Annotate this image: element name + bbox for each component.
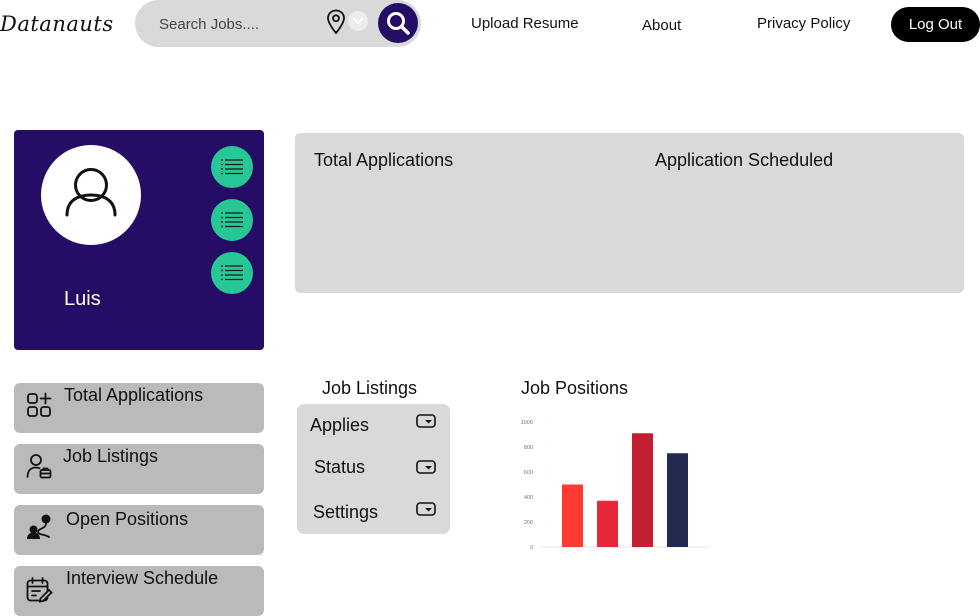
user-icon [65, 168, 117, 217]
profile-menu-button-2[interactable] [211, 199, 253, 241]
job-listings-panel: Applies Status Settings [297, 404, 450, 534]
y-tick-label: 400 [524, 495, 533, 501]
profile-card: Luis [14, 130, 264, 350]
job-positions-title: Job Positions [521, 378, 629, 398]
user-briefcase-icon [26, 454, 52, 479]
sidebar-item-open-positions[interactable]: Open Positions [14, 505, 264, 555]
job-listings-title: Job Listings [322, 378, 418, 398]
nav-privacy-policy[interactable]: Privacy Policy [757, 15, 850, 32]
profile-name: Luis [64, 288, 101, 310]
stats-panel: Total Applications Application Scheduled [295, 133, 964, 293]
chevron-down-icon[interactable] [348, 11, 368, 31]
toggle-dropdown-icon[interactable] [416, 414, 436, 428]
calendar-edit-icon [26, 577, 53, 603]
toggle-dropdown-icon[interactable] [416, 502, 436, 516]
search-icon [387, 12, 410, 35]
location-pin-icon[interactable] [326, 9, 346, 35]
list-icon [221, 212, 243, 228]
search-button[interactable] [378, 3, 418, 43]
list-icon [221, 159, 243, 175]
sidebar-item-label: Total Applications [64, 385, 204, 405]
sidebar-item-label: Open Positions [66, 509, 189, 529]
y-tick-label: 200 [524, 520, 533, 526]
stat-total-applications: Total Applications [314, 150, 454, 170]
y-tick-label: 600 [524, 470, 533, 476]
job-listings-item-applies[interactable]: Applies [310, 415, 369, 436]
sidebar-item-total-applications[interactable]: Total Applications [14, 383, 264, 433]
sidebar-item-label: Interview Schedule [66, 568, 219, 588]
stat-application-scheduled: Application Scheduled [655, 150, 834, 170]
nav-about[interactable]: About [642, 17, 681, 34]
search-bar [135, 0, 421, 47]
chart-bar [562, 484, 583, 547]
chart-bar [597, 500, 618, 547]
profile-menu-button-1[interactable] [211, 146, 253, 188]
sidebar-item-job-listings[interactable]: Job Listings [14, 444, 264, 494]
list-icon [221, 265, 243, 281]
avatar[interactable] [41, 145, 141, 245]
logout-button[interactable]: Log Out [891, 7, 980, 42]
job-positions-chart: 0 200 400 600 800 1000 [521, 420, 710, 551]
y-tick-label: 1000 [521, 420, 533, 426]
job-listings-item-status[interactable]: Status [314, 457, 365, 478]
apps-add-icon [27, 392, 52, 417]
profile-menu-button-3[interactable] [211, 252, 253, 294]
chart-bar [632, 433, 653, 547]
y-tick-label: 800 [524, 445, 533, 451]
job-listings-item-settings[interactable]: Settings [313, 502, 378, 523]
search-input[interactable] [159, 13, 319, 35]
sidebar-item-label: Job Listings [63, 446, 159, 466]
user-route-icon [27, 514, 51, 539]
y-tick-label: 0 [530, 545, 533, 551]
sidebar-item-interview-schedule[interactable]: Interview Schedule [14, 566, 264, 616]
nav-upload-resume[interactable]: Upload Resume [471, 15, 579, 32]
chart-bar [667, 453, 688, 547]
logo[interactable]: Datanauts [0, 12, 114, 36]
toggle-dropdown-icon[interactable] [416, 460, 436, 474]
